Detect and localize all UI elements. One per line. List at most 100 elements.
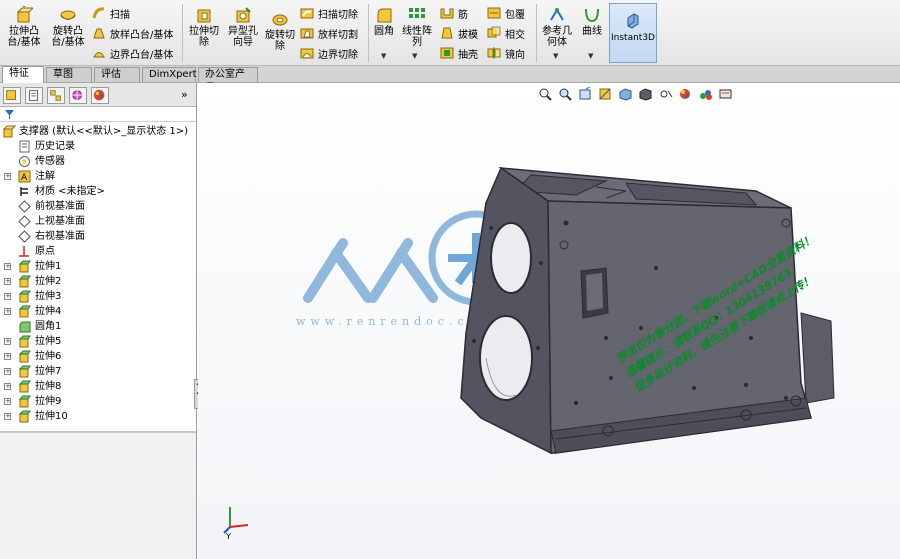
- tree-item[interactable]: 原点: [0, 244, 196, 259]
- revolve-boss-button[interactable]: 旋转凸 台/基体: [48, 6, 88, 48]
- panel-expand-arrows-icon[interactable]: »: [181, 88, 188, 101]
- graphics-viewport[interactable]: www.renrendoc.com 预览仅为第分面，下载word+CAD全套资料…: [198, 83, 900, 559]
- tree-item[interactable]: + 拉伸1: [0, 259, 196, 274]
- revolve-cut-icon: [272, 14, 288, 26]
- edit-appearance-icon[interactable]: [678, 87, 694, 101]
- tree-item[interactable]: + 拉伸4: [0, 304, 196, 319]
- instant3d-button[interactable]: Instant3D: [609, 3, 657, 63]
- curves-dropdown-arrow[interactable]: ▼: [588, 52, 593, 60]
- extrude-feature-icon: [18, 275, 31, 288]
- tree-item[interactable]: + 拉伸10: [0, 409, 196, 424]
- linear-pattern-icon: [409, 8, 425, 18]
- zoom-to-area-icon[interactable]: [558, 87, 574, 101]
- feature-filter-row[interactable]: [0, 108, 196, 122]
- intersect-button[interactable]: 相交: [487, 25, 525, 41]
- tree-item[interactable]: + 拉伸3: [0, 289, 196, 304]
- view-orientation-icon[interactable]: [618, 87, 634, 101]
- tree-item[interactable]: + 拉伸7: [0, 364, 196, 379]
- reference-geometry-icon: [550, 8, 564, 21]
- tree-item[interactable]: 历史记录: [0, 139, 196, 154]
- hole-wizard-button[interactable]: 异型孔 向导: [224, 6, 262, 48]
- tree-root-part[interactable]: 支撑器 (默认<<默认>_显示状态 1>): [0, 124, 196, 139]
- property-manager-tab-icon[interactable]: [25, 87, 43, 104]
- tree-expand-toggle[interactable]: +: [4, 353, 11, 360]
- apply-scene-icon[interactable]: [698, 87, 714, 101]
- sweep-button[interactable]: 扫描: [92, 5, 130, 21]
- wrap-icon: [487, 7, 501, 19]
- tree-item[interactable]: 前视基准面: [0, 199, 196, 214]
- tree-expand-toggle[interactable]: +: [4, 413, 11, 420]
- tree-expand-toggle[interactable]: +: [4, 338, 11, 345]
- shell-button[interactable]: 抽壳: [440, 45, 478, 61]
- hide-show-items-icon[interactable]: [658, 87, 674, 101]
- lofted-cut-button[interactable]: 放样切割: [300, 25, 358, 41]
- view-settings-icon[interactable]: [718, 87, 734, 101]
- part-icon: [3, 125, 16, 138]
- tab-dimxpert[interactable]: DimXpert: [142, 67, 197, 82]
- wrap-button[interactable]: 包覆: [487, 5, 525, 21]
- display-style-icon[interactable]: [638, 87, 654, 101]
- draft-button[interactable]: 拔模: [440, 25, 478, 41]
- tree-expand-toggle[interactable]: +: [4, 278, 11, 285]
- reference-geometry-dropdown-arrow[interactable]: ▼: [553, 52, 558, 60]
- boundary-cut-button[interactable]: 边界切除: [300, 45, 358, 61]
- linear-pattern-button[interactable]: 线性阵 列: [400, 6, 434, 48]
- fillet-icon: [377, 8, 392, 23]
- tree-item[interactable]: 传感器: [0, 154, 196, 169]
- tree-item[interactable]: + 拉伸8: [0, 379, 196, 394]
- fillet-button[interactable]: 圆角: [372, 6, 396, 37]
- tree-expand-toggle[interactable]: +: [4, 308, 11, 315]
- feature-tree-tab-icon[interactable]: [3, 87, 21, 104]
- tree-item-label: 拉伸2: [35, 276, 62, 287]
- tree-item-label: 拉伸3: [35, 291, 62, 302]
- tree-expand-toggle[interactable]: +: [4, 293, 11, 300]
- tree-expand-toggle[interactable]: +: [4, 368, 11, 375]
- tab-sketch[interactable]: 草图: [46, 67, 92, 82]
- tree-item[interactable]: 右视基准面: [0, 229, 196, 244]
- display-manager-tab-icon[interactable]: [91, 87, 109, 104]
- zoom-to-fit-icon[interactable]: [538, 87, 554, 101]
- pattern-dropdown-arrow[interactable]: ▼: [412, 52, 417, 60]
- dimxpert-manager-tab-icon[interactable]: [69, 87, 87, 104]
- revolve-cut-button[interactable]: 旋转切 除: [262, 10, 298, 52]
- reference-geometry-button[interactable]: 参考几 何体: [538, 6, 576, 48]
- tree-expand-toggle[interactable]: +: [4, 383, 11, 390]
- tree-expand-toggle[interactable]: +: [4, 263, 11, 270]
- ribbon-separator: [368, 4, 369, 62]
- rib-icon: [440, 8, 454, 19]
- tab-features[interactable]: 特征: [2, 66, 44, 83]
- tree-node-icon: [19, 140, 30, 153]
- configuration-manager-tab-icon[interactable]: [47, 87, 65, 104]
- swept-cut-button[interactable]: 扫描切除: [300, 5, 358, 21]
- tree-item-label: 原点: [35, 246, 55, 257]
- tree-item[interactable]: + A 注解: [0, 169, 196, 184]
- tab-office-products[interactable]: 办公室产品: [198, 67, 258, 94]
- extrude-boss-button[interactable]: 拉伸凸 台/基体: [6, 6, 42, 48]
- tree-item[interactable]: + 拉伸5: [0, 334, 196, 349]
- tree-item[interactable]: + 拉伸2: [0, 274, 196, 289]
- fillet-dropdown-arrow[interactable]: ▼: [381, 52, 386, 60]
- tree-expand-toggle[interactable]: +: [4, 398, 11, 405]
- command-manager-ribbon: 拉伸凸 台/基体 旋转凸 台/基体 扫描 放样凸台/基体 边界凸台/基体 拉伸切…: [0, 0, 900, 66]
- panel-tab-toolbar: »: [0, 83, 196, 107]
- tree-item[interactable]: 圆角1: [0, 319, 196, 334]
- extrude-cut-button[interactable]: 拉伸切 除: [186, 6, 222, 48]
- tree-item[interactable]: 材质 <未指定>: [0, 184, 196, 199]
- tree-item[interactable]: + 拉伸6: [0, 349, 196, 364]
- tab-evaluate[interactable]: 评估: [94, 67, 140, 82]
- curves-button[interactable]: 曲线: [578, 6, 606, 37]
- rib-button[interactable]: 筋: [440, 5, 468, 21]
- loft-boss-button[interactable]: 放样凸台/基体: [92, 25, 173, 41]
- extrude-feature-icon: [18, 335, 31, 348]
- boundary-boss-button[interactable]: 边界凸台/基体: [92, 45, 173, 61]
- tree-item[interactable]: 上视基准面: [0, 214, 196, 229]
- mirror-button[interactable]: 镜向: [487, 45, 525, 61]
- rib-label: 筋: [458, 9, 468, 21]
- previous-view-icon[interactable]: [578, 87, 594, 101]
- section-view-icon[interactable]: [598, 87, 614, 101]
- extrude-feature-icon: [18, 305, 31, 318]
- tree-expand-toggle[interactable]: +: [4, 173, 11, 180]
- 3d-part-model[interactable]: [456, 163, 846, 463]
- heads-up-view-toolbar: [538, 85, 738, 103]
- tree-item[interactable]: + 拉伸9: [0, 394, 196, 409]
